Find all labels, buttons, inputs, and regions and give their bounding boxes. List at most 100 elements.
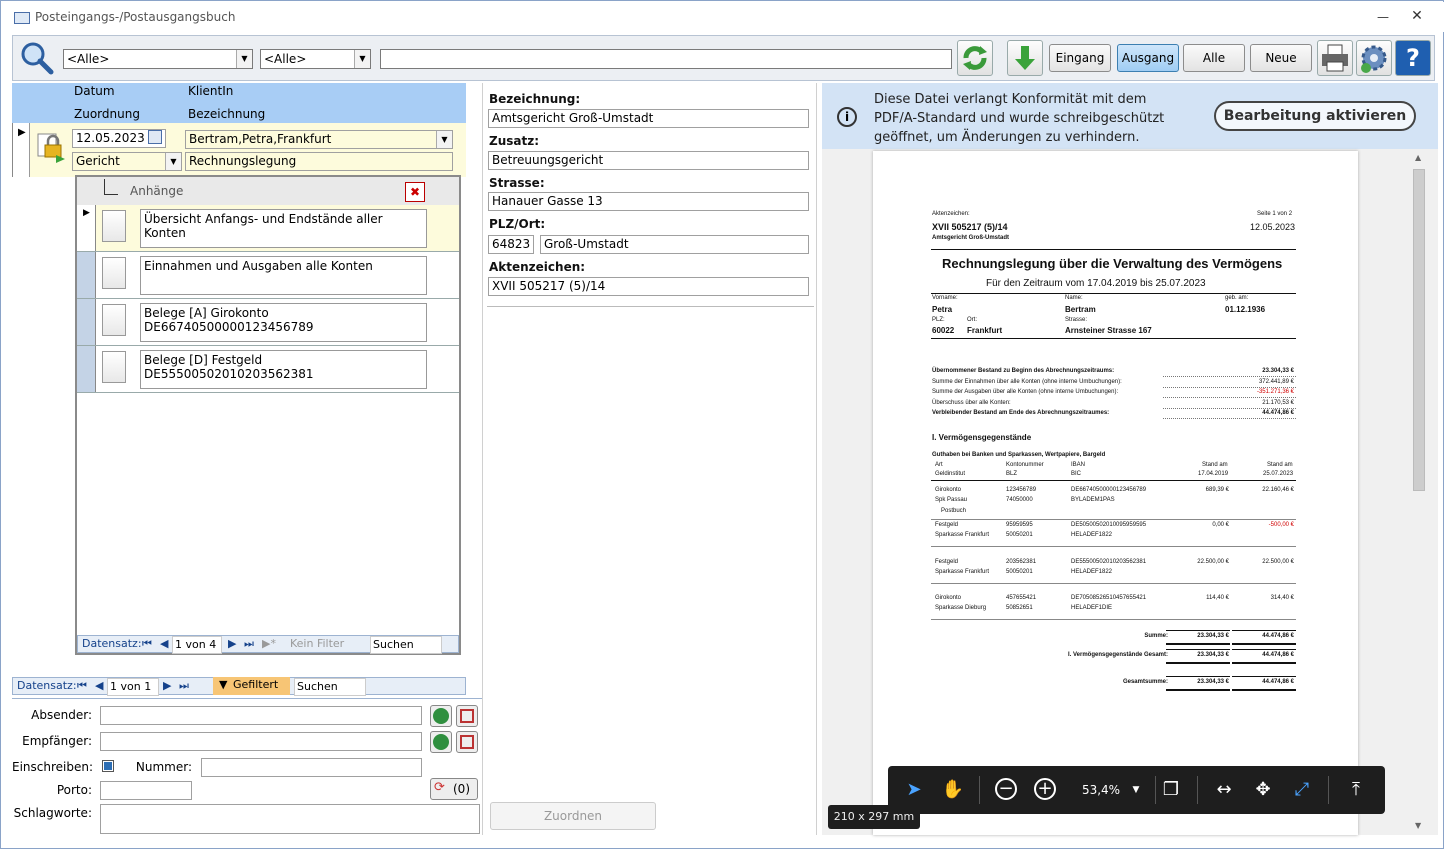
- eingang-button[interactable]: Eingang: [1049, 44, 1111, 72]
- bezeichnung-field[interactable]: Rechnungslegung: [185, 152, 453, 171]
- strasse-input[interactable]: Hanauer Gasse 13: [488, 192, 809, 211]
- absender-contacts-button[interactable]: [456, 705, 478, 727]
- download-button[interactable]: [1007, 40, 1043, 76]
- einschreiben-checkbox[interactable]: [102, 760, 114, 772]
- nummer-input[interactable]: [201, 758, 422, 777]
- record-row[interactable]: ▶ 12.05.2023 Bertram,Petra,Frankfurt ▼ G…: [12, 123, 466, 177]
- settings-button[interactable]: [1356, 40, 1392, 76]
- export-icon[interactable]: ⤒: [1344, 778, 1368, 802]
- search-input[interactable]: [380, 49, 952, 69]
- empfaenger-contacts-button[interactable]: [456, 731, 478, 753]
- title-bar: Posteingangs-/Postausgangsbuch — ✕: [2, 2, 1444, 32]
- close-window-icon[interactable]: ✕: [1410, 8, 1424, 24]
- minimize-icon[interactable]: —: [1376, 10, 1390, 24]
- zusatz-input[interactable]: Betreuungsgericht: [488, 151, 809, 170]
- schlagworte-input[interactable]: [100, 804, 480, 834]
- new-record-icon[interactable]: ▶*: [262, 636, 276, 652]
- vertical-scrollbar[interactable]: ▲ ▼: [1411, 151, 1428, 835]
- attachment-selector[interactable]: [77, 252, 96, 298]
- alle-button[interactable]: Alle: [1183, 44, 1245, 72]
- current-record-icon: ▶: [18, 127, 26, 138]
- attachment-label[interactable]: Belege [A] Girokonto DE66740500000123456…: [140, 303, 427, 342]
- nav-search-input[interactable]: Suchen: [370, 636, 442, 654]
- attachment-row[interactable]: Belege [A] Girokonto DE66740500000123456…: [77, 299, 459, 346]
- refresh-button[interactable]: [957, 40, 993, 76]
- next-record-icon[interactable]: ▶: [163, 678, 171, 694]
- calendar-icon[interactable]: [148, 130, 162, 144]
- plzort-label: PLZ/Ort:: [489, 217, 546, 231]
- nav-position-input[interactable]: 1 von 1: [107, 678, 159, 696]
- first-record-icon[interactable]: ⏮: [142, 636, 152, 652]
- select-cursor-icon[interactable]: ➤: [902, 778, 926, 802]
- fullscreen-icon[interactable]: ⤢: [1290, 778, 1314, 802]
- nav-position-input[interactable]: 1 von 4: [172, 636, 222, 654]
- absender-input[interactable]: [100, 706, 422, 725]
- attachment-row[interactable]: ▶ Übersicht Anfangs- und Endstände aller …: [77, 205, 459, 252]
- document-icon[interactable]: [102, 257, 126, 289]
- last-record-icon[interactable]: ⏭: [179, 678, 189, 694]
- prev-record-icon[interactable]: ◀: [95, 678, 103, 694]
- attachment-selector[interactable]: [77, 299, 96, 345]
- bezeichnung-input[interactable]: Amtsgericht Groß-Umstadt: [488, 109, 809, 128]
- attachment-selector[interactable]: ▶: [77, 205, 96, 251]
- fit-width-icon[interactable]: ↔: [1212, 778, 1236, 802]
- close-attachments-button[interactable]: ✖: [405, 182, 425, 202]
- header-zuordnung: Zuordnung: [74, 107, 140, 121]
- filtered-button[interactable]: ▼ Gefiltert: [213, 677, 290, 695]
- attachment-label[interactable]: Belege [D] Festgeld DE555005020102035623…: [140, 350, 427, 389]
- aktenzeichen-input[interactable]: XVII 505217 (5)/14: [488, 277, 809, 296]
- prev-record-icon[interactable]: ◀: [160, 636, 168, 652]
- filter-combo-2[interactable]: <Alle> ▼: [260, 49, 371, 69]
- attachment-row[interactable]: Belege [D] Festgeld DE555005020102035623…: [77, 346, 459, 393]
- enable-editing-button[interactable]: Bearbeitung aktivieren: [1214, 101, 1416, 131]
- nav-search-input[interactable]: Suchen: [294, 678, 366, 696]
- ausgang-button[interactable]: Ausgang: [1117, 44, 1179, 72]
- fit-page-icon[interactable]: ✥: [1251, 778, 1275, 802]
- details-form: Absender: Empfänger: Einschreiben: Numme…: [12, 698, 482, 838]
- scroll-down-icon[interactable]: ▼: [1415, 821, 1421, 830]
- viewer-toolbar: ➤ ✋ − + 53,4% ▼ ❐ ↔ ✥ ⤢ ⤒: [888, 766, 1385, 814]
- empfaenger-input[interactable]: [100, 732, 422, 751]
- chevron-down-icon[interactable]: ▼: [165, 153, 181, 170]
- attachment-label[interactable]: Einnahmen und Ausgaben alle Konten: [140, 256, 427, 295]
- chevron-down-icon[interactable]: ▼: [236, 50, 252, 68]
- attachment-selector[interactable]: [77, 346, 96, 392]
- next-record-icon[interactable]: ▶: [228, 636, 236, 652]
- last-record-icon[interactable]: ⏭: [244, 636, 254, 652]
- zuordnung-field[interactable]: Gericht ▼: [72, 152, 182, 171]
- chevron-down-icon[interactable]: ▼: [354, 50, 370, 68]
- neue-button[interactable]: Neue: [1250, 44, 1312, 72]
- hand-tool-icon[interactable]: ✋: [941, 778, 965, 802]
- page-display-icon[interactable]: ❐: [1159, 778, 1183, 802]
- ort-input[interactable]: Groß-Umstadt: [540, 235, 809, 254]
- zoom-level[interactable]: 53,4%: [1076, 778, 1126, 802]
- total-rule: [1166, 643, 1230, 645]
- attachment-label[interactable]: Übersicht Anfangs- und Endstände aller K…: [140, 209, 427, 248]
- help-button[interactable]: ?: [1395, 40, 1431, 76]
- zoom-dropdown-icon[interactable]: ▼: [1124, 778, 1148, 802]
- zoom-out-icon[interactable]: −: [995, 778, 1017, 800]
- filter-combo-1[interactable]: <Alle> ▼: [63, 49, 253, 69]
- scroll-thumb[interactable]: [1413, 169, 1425, 491]
- scroll-up-icon[interactable]: ▲: [1415, 153, 1421, 162]
- print-button[interactable]: [1317, 40, 1353, 76]
- porto-input[interactable]: [100, 781, 192, 800]
- document-icon[interactable]: [102, 210, 126, 242]
- document-icon[interactable]: [102, 351, 126, 383]
- toolbar: <Alle> ▼ <Alle> ▼ Eingang Ausgang Alle N…: [12, 35, 1435, 81]
- klient-field[interactable]: Bertram,Petra,Frankfurt ▼: [185, 130, 453, 149]
- zuordnen-button[interactable]: Zuordnen: [490, 802, 656, 830]
- search-icon[interactable]: [20, 41, 54, 75]
- record-selector[interactable]: ▶: [12, 123, 30, 177]
- zoom-in-icon[interactable]: +: [1034, 778, 1056, 800]
- document-icon[interactable]: [102, 304, 126, 336]
- no-filter-button[interactable]: Kein Filter: [290, 636, 344, 652]
- counter-button[interactable]: ⟳ (0): [430, 778, 478, 800]
- plz-input[interactable]: 64823: [488, 235, 534, 254]
- empfaenger-globe-button[interactable]: [430, 731, 452, 753]
- absender-globe-button[interactable]: [430, 705, 452, 727]
- doc-name-label: Name:: [1065, 295, 1083, 301]
- first-record-icon[interactable]: ⏮: [77, 678, 87, 694]
- attachment-row[interactable]: Einnahmen und Ausgaben alle Konten: [77, 252, 459, 299]
- chevron-down-icon[interactable]: ▼: [436, 131, 452, 148]
